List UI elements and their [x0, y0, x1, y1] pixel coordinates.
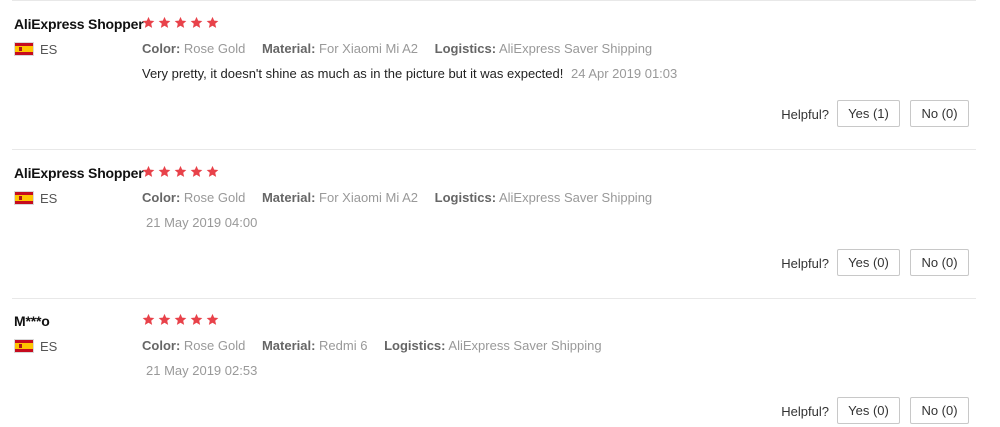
reviewer-name: AliExpress Shopper [14, 16, 144, 32]
star-icon [142, 313, 155, 325]
country-code: ES [40, 190, 58, 206]
order-info: Color: Rose Gold Material: Redmi 6 Logis… [142, 338, 615, 353]
star-icon [206, 16, 219, 28]
logistics-value: AliExpress Saver Shipping [498, 190, 653, 205]
country-code: ES [40, 41, 58, 57]
star-icon [206, 313, 219, 325]
spain-flag-icon [14, 42, 34, 56]
review-item: AliExpress Shopper ES Color: Rose Gold M… [0, 150, 1000, 299]
review-date: 21 May 2019 02:53 [146, 363, 258, 378]
helpful-yes-button[interactable]: Yes (1) [837, 99, 900, 127]
star-icon [174, 313, 187, 325]
order-info: Color: Rose Gold Material: For Xiaomi Mi… [142, 41, 665, 56]
helpful-votes: Helpful? Yes (0) No (0) [781, 248, 969, 276]
review-list: AliExpress Shopper ES Color: Rose Gold M… [0, 0, 1000, 427]
logistics-value: AliExpress Saver Shipping [448, 338, 602, 353]
review-text: Very pretty, it doesn't shine as much as… [142, 66, 564, 81]
review-item: M***o ES Color: Rose Gold Material: Redm… [0, 298, 1000, 427]
star-icon [190, 313, 203, 325]
star-icon [206, 165, 219, 177]
helpful-yes-button[interactable]: Yes (0) [837, 248, 900, 276]
logistics-label: Logistics: [434, 190, 497, 205]
review-item: AliExpress Shopper ES Color: Rose Gold M… [0, 1, 1000, 150]
helpful-votes: Helpful? Yes (0) No (0) [781, 396, 969, 424]
reviewer-country: ES [14, 41, 57, 57]
star-icon [174, 16, 187, 28]
reviewer-country: ES [14, 190, 57, 206]
logistics-value: AliExpress Saver Shipping [498, 41, 653, 56]
helpful-no-button[interactable]: No (0) [910, 248, 969, 276]
star-icon [190, 16, 203, 28]
star-icon [142, 16, 155, 28]
star-rating [142, 16, 219, 29]
country-code: ES [40, 338, 58, 354]
color-label: Color: [142, 190, 181, 205]
material-value: Redmi 6 [319, 338, 368, 353]
helpful-yes-button[interactable]: Yes (0) [837, 396, 900, 424]
material-label: Material: [261, 338, 316, 353]
star-icon [190, 165, 203, 177]
material-label: Material: [261, 190, 316, 205]
material-value: For Xiaomi Mi A2 [319, 41, 419, 56]
order-info: Color: Rose Gold Material: For Xiaomi Mi… [142, 190, 665, 205]
review-date: 21 May 2019 04:00 [146, 215, 258, 230]
reviewer-name: AliExpress Shopper [14, 165, 144, 181]
color-value: Rose Gold [183, 190, 246, 205]
color-label: Color: [142, 41, 181, 56]
color-value: Rose Gold [183, 41, 246, 56]
helpful-label: Helpful? [781, 403, 829, 419]
color-value: Rose Gold [183, 338, 246, 353]
color-label: Color: [142, 338, 181, 353]
star-icon [158, 313, 171, 325]
review-date: 24 Apr 2019 01:03 [570, 66, 678, 81]
helpful-no-button[interactable]: No (0) [910, 99, 969, 127]
star-rating [142, 313, 219, 326]
logistics-label: Logistics: [434, 41, 497, 56]
helpful-label: Helpful? [781, 106, 829, 122]
star-rating [142, 165, 219, 178]
material-label: Material: [261, 41, 316, 56]
reviewer-name: M***o [14, 313, 50, 329]
star-icon [158, 165, 171, 177]
helpful-no-button[interactable]: No (0) [910, 396, 969, 424]
material-value: For Xiaomi Mi A2 [319, 190, 419, 205]
spain-flag-icon [14, 339, 34, 353]
star-icon [142, 165, 155, 177]
star-icon [174, 165, 187, 177]
review-feedback: Very pretty, it doesn't shine as much as… [142, 66, 677, 81]
spain-flag-icon [14, 191, 34, 205]
reviewer-country: ES [14, 338, 57, 354]
helpful-votes: Helpful? Yes (1) No (0) [781, 99, 969, 127]
helpful-label: Helpful? [781, 255, 829, 271]
logistics-label: Logistics: [384, 338, 446, 353]
star-icon [158, 16, 171, 28]
